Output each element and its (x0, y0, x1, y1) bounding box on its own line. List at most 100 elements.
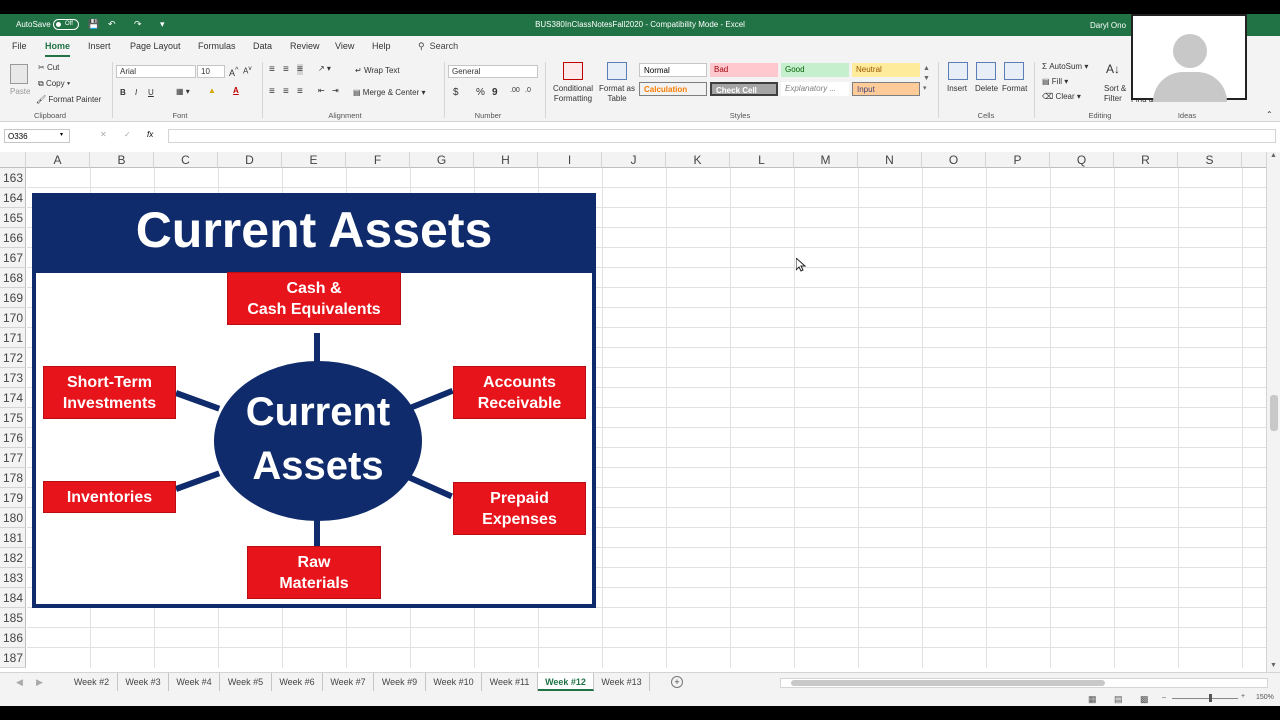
increase-font-icon[interactable]: A^ (229, 65, 239, 78)
column-header-i[interactable]: I (538, 152, 602, 168)
column-header-a[interactable]: A (26, 152, 90, 168)
format-painter-button[interactable]: 🖌 Format Painter (36, 95, 101, 104)
zoom-level[interactable]: 150% (1256, 694, 1274, 701)
row-header[interactable]: 186 (0, 628, 26, 648)
align-top-icon[interactable]: ≡ (269, 64, 275, 75)
row-header[interactable]: 169 (0, 288, 26, 308)
tab-review[interactable]: Review (290, 41, 320, 51)
column-header-m[interactable]: M (794, 152, 858, 168)
row-header[interactable]: 174 (0, 388, 26, 408)
column-header-n[interactable]: N (858, 152, 922, 168)
format-cells-button[interactable]: Format (1002, 84, 1027, 93)
insert-function-button[interactable]: fx (147, 130, 153, 139)
vertical-scrollbar[interactable]: ▲ ▼ (1266, 152, 1280, 676)
orientation-icon[interactable]: ↗ ▾ (318, 64, 331, 73)
row-header[interactable]: 187 (0, 648, 26, 668)
row-header[interactable]: 171 (0, 328, 26, 348)
sort-filter-button[interactable]: Sort & Filter (1104, 84, 1130, 104)
row-header[interactable]: 172 (0, 348, 26, 368)
cut-button[interactable]: ✂ Cut (38, 63, 59, 72)
row-header[interactable]: 175 (0, 408, 26, 428)
scroll-down-icon[interactable]: ▼ (1270, 662, 1277, 669)
increase-decimal-icon[interactable]: .00 (510, 87, 520, 94)
row-header[interactable]: 177 (0, 448, 26, 468)
paste-button[interactable]: Paste (10, 87, 30, 96)
tab-file[interactable]: File (12, 41, 27, 51)
add-sheet-button[interactable]: + (671, 676, 683, 688)
align-left-icon[interactable]: ≡ (269, 86, 275, 97)
normal-view-icon[interactable]: ▦ (1088, 694, 1097, 705)
fill-color-icon[interactable]: ▲ (208, 86, 216, 95)
font-size-dropdown[interactable]: 10 (197, 65, 225, 78)
style-input[interactable]: Input (852, 82, 920, 96)
format-as-table-button[interactable]: Format as Table (598, 84, 636, 104)
collapse-ribbon-icon[interactable]: ⌃ (1266, 110, 1273, 119)
column-header-f[interactable]: F (346, 152, 410, 168)
column-header-h[interactable]: H (474, 152, 538, 168)
row-header[interactable]: 181 (0, 528, 26, 548)
name-box-dropdown-icon[interactable]: ▾ (60, 131, 63, 138)
sheet-tab-week-5[interactable]: Week #5 (220, 673, 272, 691)
column-header-b[interactable]: B (90, 152, 154, 168)
increase-indent-icon[interactable]: ⇥ (332, 86, 339, 95)
sheet-tab-week-11[interactable]: Week #11 (482, 673, 538, 691)
sheet-tab-week-12[interactable]: Week #12 (538, 673, 594, 691)
delete-cells-icon[interactable] (976, 62, 996, 80)
sheet-tab-week-6[interactable]: Week #6 (272, 673, 323, 691)
row-header[interactable]: 164 (0, 188, 26, 208)
row-header[interactable]: 168 (0, 268, 26, 288)
format-as-table-icon[interactable] (607, 62, 627, 80)
zoom-out-icon[interactable]: – (1162, 694, 1166, 701)
column-header-p[interactable]: P (986, 152, 1050, 168)
column-header-j[interactable]: J (602, 152, 666, 168)
conditional-formatting-icon[interactable] (563, 62, 583, 80)
row-header[interactable]: 166 (0, 228, 26, 248)
tab-view[interactable]: View (335, 41, 354, 51)
column-header-k[interactable]: K (666, 152, 730, 168)
row-header[interactable]: 165 (0, 208, 26, 228)
row-header[interactable]: 163 (0, 168, 26, 188)
insert-cells-icon[interactable] (948, 62, 968, 80)
column-header-c[interactable]: C (154, 152, 218, 168)
sheet-tab-week-2[interactable]: Week #2 (66, 673, 118, 691)
style-explanatory[interactable]: Explanatory ... (781, 82, 849, 96)
horizontal-scroll-thumb[interactable] (791, 680, 1105, 686)
row-header[interactable]: 182 (0, 548, 26, 568)
tab-help[interactable]: Help (372, 41, 391, 51)
tab-page-layout[interactable]: Page Layout (130, 41, 181, 51)
sheet-tab-week-4[interactable]: Week #4 (169, 673, 220, 691)
percent-button[interactable]: % (476, 87, 485, 98)
conditional-formatting-button[interactable]: Conditional Formatting (550, 84, 596, 104)
bold-button[interactable]: B (120, 88, 126, 97)
cancel-entry-icon[interactable]: ✕ (100, 130, 107, 139)
sheet-tab-week-10[interactable]: Week #10 (426, 673, 482, 691)
tab-home[interactable]: Home (45, 41, 71, 57)
autosum-button[interactable]: Σ AutoSum ▾ (1042, 62, 1088, 71)
tab-insert[interactable]: Insert (88, 41, 111, 51)
delete-cells-button[interactable]: Delete (975, 84, 998, 93)
next-sheet-icon[interactable]: ▶ (36, 677, 43, 688)
align-bottom-icon[interactable]: ≡ (297, 64, 303, 75)
align-right-icon[interactable]: ≡ (297, 86, 303, 97)
wrap-text-button[interactable]: ↵ Wrap Text (355, 66, 400, 75)
format-cells-icon[interactable] (1004, 62, 1024, 80)
borders-icon[interactable]: ▦ ▾ (176, 87, 190, 96)
horizontal-scrollbar[interactable] (780, 678, 1268, 688)
row-header[interactable]: 179 (0, 488, 26, 508)
align-middle-icon[interactable]: ≡ (283, 64, 289, 75)
column-header-d[interactable]: D (218, 152, 282, 168)
scroll-up-icon[interactable]: ▲ (1270, 152, 1277, 159)
column-header-r[interactable]: R (1114, 152, 1178, 168)
fill-button[interactable]: ▤ Fill ▾ (1042, 77, 1068, 86)
column-header-o[interactable]: O (922, 152, 986, 168)
prev-sheet-icon[interactable]: ◀ (16, 677, 23, 688)
sheet-tab-week-9[interactable]: Week #9 (374, 673, 426, 691)
current-assets-picture[interactable]: Current Assets Current Assets Cash & Cas… (32, 193, 596, 608)
sheet-tab-week-3[interactable]: Week #3 (118, 673, 169, 691)
row-header[interactable]: 173 (0, 368, 26, 388)
page-break-view-icon[interactable]: ▩ (1140, 694, 1149, 705)
confirm-entry-icon[interactable]: ✓ (124, 130, 131, 139)
clear-button[interactable]: ⌫ Clear ▾ (1042, 92, 1081, 101)
sheet-tab-week-7[interactable]: Week #7 (323, 673, 374, 691)
row-header[interactable]: 183 (0, 568, 26, 588)
